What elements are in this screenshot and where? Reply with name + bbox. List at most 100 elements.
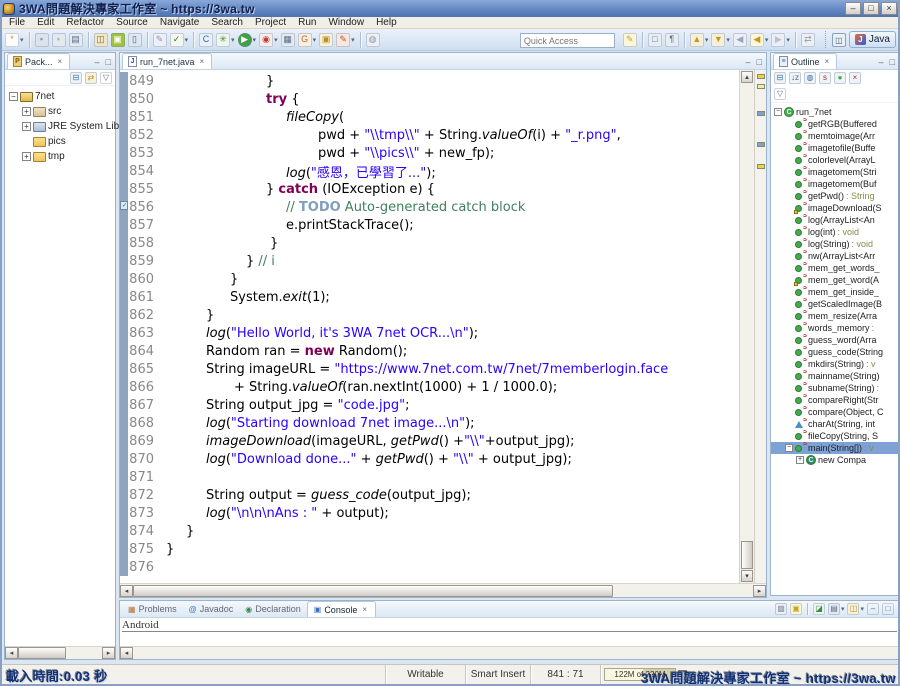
editor-code-lines[interactable]: 849}850try {851fileCopy(852pwd + "\\tmp\… — [120, 70, 739, 583]
save-all-icon[interactable]: ▪ — [51, 32, 67, 48]
scroll-lock-icon[interactable]: ▣ — [789, 602, 803, 616]
show-whitespace-icon[interactable]: ¶ — [664, 32, 680, 48]
menu-item-refactor[interactable]: Refactor — [60, 17, 110, 28]
minimize-view-icon[interactable]: – — [744, 58, 753, 67]
view-menu-icon[interactable]: ▽ — [99, 71, 113, 85]
highlight-marker-icon[interactable]: ✎ — [622, 32, 638, 48]
menu-item-navigate[interactable]: Navigate — [154, 17, 205, 28]
breadcrumb-toggle-icon[interactable]: ✎ — [152, 32, 168, 48]
android-sdk-manager-icon[interactable]: ▣ — [110, 32, 126, 48]
maximize-view-icon[interactable]: □ — [888, 58, 897, 67]
console-hscrollbar[interactable]: ◂ — [120, 646, 899, 659]
collapse-all-icon[interactable]: ⊟ — [773, 71, 787, 85]
previous-annotation-icon[interactable]: ▲▾ — [689, 32, 710, 48]
mark-occurrences-icon[interactable]: ✓▾ — [169, 32, 190, 48]
dropdown-arrow-icon[interactable]: ▾ — [231, 36, 235, 44]
last-edit-location-icon[interactable]: ◀ — [732, 32, 748, 48]
editor-line[interactable]: 868log("Starting download 7net image...\… — [120, 414, 739, 432]
dropdown-arrow-icon[interactable]: ▾ — [274, 36, 278, 44]
link-with-editor-icon[interactable]: ⇄ — [800, 32, 816, 48]
minimize-button[interactable]: – — [845, 2, 861, 15]
outline-item[interactable]: +Cnew Compa — [771, 454, 899, 466]
tab-problems[interactable]: ▦Problems — [122, 601, 183, 617]
scroll-left-icon[interactable]: ◂ — [120, 647, 133, 659]
menu-item-search[interactable]: Search — [205, 17, 249, 28]
tree-item-7net[interactable]: −7net — [5, 89, 115, 104]
editor-line[interactable]: 861System.exit(1); — [120, 288, 739, 306]
open-resource-icon[interactable]: ▣ — [318, 32, 334, 48]
dropdown-arrow-icon[interactable]: ▾ — [351, 36, 355, 44]
new-java-project-icon[interactable]: ◫ — [93, 32, 109, 48]
minimize-icon[interactable]: – — [866, 602, 880, 616]
display-selected-console-icon[interactable]: ▤▾ — [827, 602, 846, 616]
outline-item[interactable]: Smem_get_words_ — [771, 262, 899, 274]
outline-item[interactable]: Sguess_code(String — [771, 346, 899, 358]
dropdown-arrow-icon[interactable]: ▾ — [185, 36, 189, 44]
tab-package-explorer[interactable]: P Pack... × — [7, 53, 70, 69]
collapse-all-icon[interactable]: ⊟ — [69, 71, 83, 85]
tree-item-pics[interactable]: pics — [5, 134, 115, 149]
scroll-right-icon[interactable]: ▸ — [102, 647, 115, 659]
scroll-up-icon[interactable]: ▴ — [741, 71, 753, 83]
restore-button[interactable]: □ — [863, 2, 879, 15]
outline-item[interactable]: Smemtoimage(Arr — [771, 130, 899, 142]
menu-item-run[interactable]: Run — [292, 17, 322, 28]
outline-item[interactable]: −Crun_7net — [771, 106, 899, 118]
editor-vscrollbar[interactable]: ▴ ▾ — [739, 70, 754, 583]
minimize-view-icon[interactable]: – — [93, 58, 102, 67]
package-explorer-hscrollbar[interactable]: ◂ ▸ — [5, 646, 115, 659]
pin-editor-icon[interactable]: ◍ — [365, 32, 381, 48]
scroll-down-icon[interactable]: ▾ — [741, 570, 753, 582]
tab-console[interactable]: ▣Console× — [307, 601, 376, 617]
menu-item-file[interactable]: File — [3, 17, 31, 28]
run-external-tools-icon[interactable]: ◉▾ — [258, 32, 279, 48]
editor-line[interactable]: 853pwd + "\\pics\\" + new_fp); — [120, 144, 739, 162]
open-perspective-icon[interactable]: ◫ — [832, 33, 846, 47]
tree-expander-icon[interactable]: + — [22, 152, 31, 161]
dropdown-arrow-icon[interactable]: ▾ — [726, 36, 730, 44]
hide-static-members-icon[interactable]: s — [818, 71, 832, 85]
editor-line[interactable]: 859} // i — [120, 252, 739, 270]
view-menu-icon[interactable]: ▽ — [773, 87, 787, 101]
outline-item[interactable]: −Smain(String[]) : v — [771, 442, 899, 454]
overview-ruler[interactable] — [754, 70, 766, 583]
close-icon[interactable]: × — [360, 604, 369, 615]
scroll-left-icon[interactable]: ◂ — [120, 585, 133, 597]
back-history-icon[interactable]: ◀▾ — [749, 32, 770, 48]
perspective-java-button[interactable]: J Java — [849, 31, 896, 48]
outline-item[interactable]: Smem_get_word(A — [771, 274, 899, 286]
outline-item[interactable]: Scompare(Object, C — [771, 406, 899, 418]
generate-code-icon[interactable]: G▾ — [297, 32, 318, 48]
outline-item[interactable]: Ssubname(String) : — [771, 382, 899, 394]
android-device-monitor-icon[interactable]: ▯ — [127, 32, 143, 48]
next-annotation-icon[interactable]: ▼▾ — [710, 32, 731, 48]
menu-item-edit[interactable]: Edit — [31, 17, 60, 28]
outline-item[interactable]: Snw(ArrayList<Arr — [771, 250, 899, 262]
editor-line[interactable]: 852pwd + "\\tmp\\" + String.valueOf(i) +… — [120, 126, 739, 144]
dropdown-arrow-icon[interactable]: ▾ — [313, 36, 317, 44]
open-type-grid-icon[interactable]: ▦ — [280, 32, 296, 48]
editor-line[interactable]: 862} — [120, 306, 739, 324]
menu-item-source[interactable]: Source — [110, 17, 154, 28]
overview-marker[interactable] — [757, 84, 765, 89]
hide-non-public-icon[interactable]: ● — [833, 71, 847, 85]
editor-line[interactable]: 866+ String.valueOf(ran.nextInt(1000) + … — [120, 378, 739, 396]
new-wizard-icon[interactable]: *▾ — [4, 32, 25, 48]
outline-item[interactable]: ScompareRight(Str — [771, 394, 899, 406]
editor-line[interactable]: 873log("\n\n\nAns : " + output); — [120, 504, 739, 522]
dropdown-arrow-icon[interactable]: ▾ — [786, 36, 790, 44]
tree-expander-icon[interactable]: + — [22, 107, 31, 116]
editor-line[interactable]: 864Random ran = new Random(); — [120, 342, 739, 360]
console-output[interactable]: Android — [120, 618, 899, 646]
scrollbar-thumb[interactable] — [18, 647, 66, 659]
tree-expander-icon[interactable]: + — [22, 122, 31, 131]
editor-line[interactable]: 858} — [120, 234, 739, 252]
outline-item[interactable]: Smainname(String) — [771, 370, 899, 382]
outline-item[interactable]: Simagetomem(Buf — [771, 178, 899, 190]
close-icon[interactable]: × — [56, 56, 65, 67]
editor-line[interactable]: 860} — [120, 270, 739, 288]
external-launch-icon[interactable]: ✎▾ — [335, 32, 356, 48]
outline-item[interactable]: Swords_memory : — [771, 322, 899, 334]
outline-expander-icon[interactable]: − — [785, 444, 793, 452]
editor-line[interactable]: 856// TODO Auto-generated catch block — [120, 198, 739, 216]
